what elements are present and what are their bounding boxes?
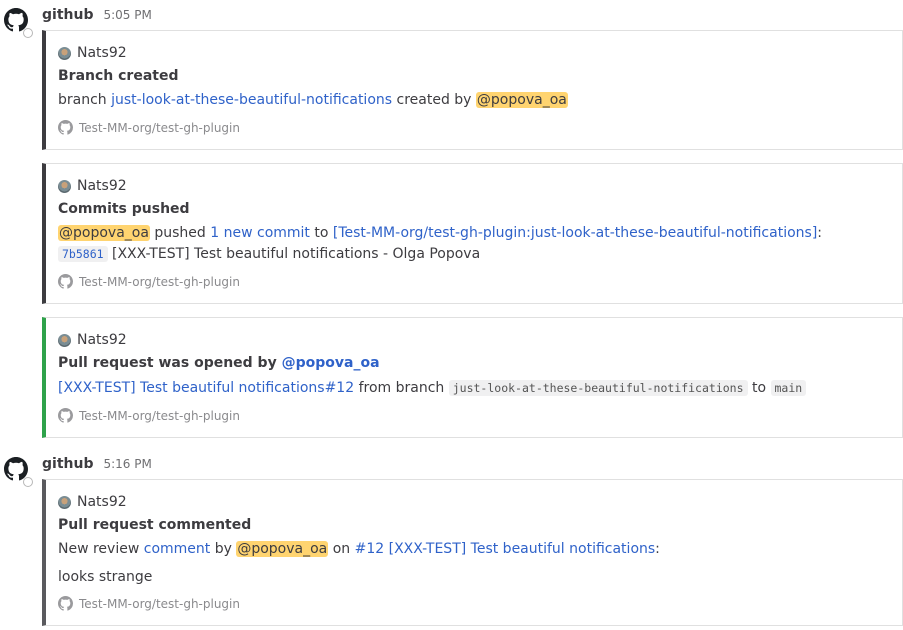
user-avatar: [58, 179, 71, 193]
post-time[interactable]: 5:16 PM: [103, 457, 151, 471]
attachment-footer: Test-MM-org/test-gh-plugin: [58, 120, 240, 135]
head-branch-code: just-look-at-these-beautiful-notificatio…: [448, 380, 748, 396]
ref-link[interactable]: [Test-MM-org/test-gh-plugin:just-look-at…: [333, 225, 817, 241]
commit-line: 7b5861 [XXX-TEST] Test beautiful notific…: [58, 246, 480, 262]
text-segment: on: [328, 541, 355, 557]
text-segment: from branch: [354, 380, 449, 396]
text-segment: pushed: [149, 225, 211, 241]
attachment-text: branch just-look-at-these-beautiful-noti…: [58, 92, 568, 108]
attachment-author: Nats92: [58, 494, 127, 510]
text-segment: created by: [392, 92, 476, 108]
text-segment: to: [747, 380, 771, 396]
text-segment: to: [309, 225, 333, 241]
attachment-commits-pushed: Nats92 Commits pushed @popova_oa pushed …: [42, 163, 903, 304]
author-name[interactable]: Nats92: [77, 494, 127, 510]
attachment-footer: Test-MM-org/test-gh-plugin: [58, 408, 240, 423]
post-time[interactable]: 5:05 PM: [103, 8, 151, 22]
attachment-text: New review comment by @popova_oa on #12 …: [58, 541, 660, 557]
commit-sha[interactable]: 7b5861: [58, 246, 108, 262]
pr-link[interactable]: #12 [XXX-TEST] Test beautiful notificati…: [355, 541, 656, 557]
attachment-pr-commented: Nats92 Pull request commented New review…: [42, 479, 903, 626]
user-mention[interactable]: @popova_oa: [475, 92, 568, 108]
attachment-text: [XXX-TEST] Test beautiful notifications#…: [58, 380, 807, 396]
user-avatar: [58, 46, 71, 60]
user-avatar: [58, 333, 71, 347]
attachment-title: Branch created: [58, 68, 179, 84]
comment-body: looks strange: [58, 569, 153, 585]
text-segment: New review: [58, 541, 144, 557]
attachment-branch-created: Nats92 Branch created branch just-look-a…: [42, 30, 903, 150]
title-text: Pull request was opened by: [58, 355, 282, 371]
repo-name: Test-MM-org/test-gh-plugin: [79, 274, 240, 289]
author-name[interactable]: Nats92: [77, 332, 127, 348]
attachment-author: Nats92: [58, 332, 127, 348]
text-segment: branch: [58, 92, 112, 108]
text-segment: :: [655, 541, 660, 557]
post-username[interactable]: github: [42, 7, 93, 23]
attachment-title: Commits pushed: [58, 201, 190, 217]
attachment-text: @popova_oa pushed 1 new commit to [Test-…: [58, 225, 822, 241]
status-indicator: [23, 28, 33, 38]
github-footer-icon: [58, 408, 73, 423]
attachment-author: Nats92: [58, 45, 127, 61]
text-segment: by: [210, 541, 237, 557]
status-indicator: [23, 477, 33, 487]
author-name[interactable]: Nats92: [77, 178, 127, 194]
user-mention-link[interactable]: @popova_oa: [282, 355, 380, 371]
base-branch-code: main: [770, 380, 807, 396]
user-mention[interactable]: @popova_oa: [236, 541, 329, 557]
attachment-footer: Test-MM-org/test-gh-plugin: [58, 274, 240, 289]
user-avatar: [58, 495, 71, 509]
github-footer-icon: [58, 120, 73, 135]
text-segment: :: [817, 225, 822, 241]
attachment-author: Nats92: [58, 178, 127, 194]
github-footer-icon: [58, 596, 73, 611]
pr-link[interactable]: [XXX-TEST] Test beautiful notifications#…: [58, 380, 354, 396]
attachment-title: Pull request commented: [58, 517, 252, 533]
repo-name: Test-MM-org/test-gh-plugin: [79, 596, 240, 611]
author-name[interactable]: Nats92: [77, 45, 127, 61]
post-username[interactable]: github: [42, 456, 93, 472]
branch-link[interactable]: just-look-at-these-beautiful-notificatio…: [111, 92, 392, 108]
repo-name: Test-MM-org/test-gh-plugin: [79, 408, 240, 423]
attachment-footer: Test-MM-org/test-gh-plugin: [58, 596, 240, 611]
comment-link[interactable]: comment: [144, 541, 211, 557]
attachment-pr-opened: Nats92 Pull request was opened by @popov…: [42, 317, 903, 438]
commit-message: [XXX-TEST] Test beautiful notifications …: [112, 246, 481, 262]
attachment-title: Pull request was opened by @popova_oa: [58, 355, 380, 371]
commit-link[interactable]: 1 new commit: [210, 225, 310, 241]
repo-name: Test-MM-org/test-gh-plugin: [79, 120, 240, 135]
user-mention[interactable]: @popova_oa: [58, 225, 150, 241]
github-footer-icon: [58, 274, 73, 289]
